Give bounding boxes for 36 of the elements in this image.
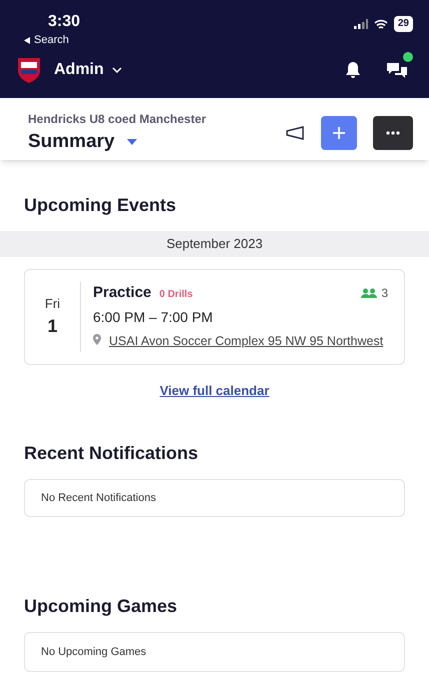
month-bar: September 2023 (0, 231, 429, 257)
event-time: 6:00 PM – 7:00 PM (93, 308, 214, 326)
drills-count: 0 Drills (159, 288, 193, 302)
signal-icon (354, 19, 368, 29)
empty-card: No Upcoming Games (24, 632, 405, 672)
location-link[interactable]: USAI Avon Soccer Complex 95 NW 95 Northwest (109, 330, 384, 352)
caret-icon (126, 139, 137, 145)
more-icon (386, 131, 400, 135)
section-title: Upcoming Games (24, 595, 178, 618)
event-day: 1 (47, 313, 58, 340)
event-name: Practice (93, 283, 152, 303)
location-pin-icon (93, 334, 101, 344)
wifi-icon (374, 18, 388, 30)
back-arrow-icon (24, 36, 30, 44)
battery-indicator: 29 (394, 16, 413, 32)
account-menu[interactable]: Admin (54, 58, 122, 82)
status-time: 3:30 (48, 12, 80, 32)
event-card[interactable]: Fri 1 Practice 0 Drills 3 6:00 PM – 7:00 PM USAI Avon Soccer Complex 95 NW 95 Northwest (24, 269, 405, 364)
section-title: Recent Notifications (24, 442, 200, 465)
megaphone-icon[interactable] (285, 126, 305, 140)
empty-card: No Recent Notifications (24, 479, 405, 517)
team-name: Hendricks U8 coed Manchester (28, 110, 206, 128)
people-icon (361, 288, 378, 298)
calendar-link[interactable]: View full calendar (160, 380, 270, 400)
bell-icon[interactable] (345, 61, 361, 79)
chat-icon[interactable] (385, 60, 409, 80)
chevron-down-icon (112, 67, 122, 73)
back-link[interactable]: Search (24, 32, 80, 48)
add-button[interactable] (321, 116, 357, 150)
event-weekday: Fri (44, 294, 60, 312)
shield-logo-icon (16, 56, 42, 84)
view-dropdown[interactable]: Summary (28, 128, 206, 156)
section-title: Upcoming Events (24, 194, 178, 217)
attendee-count: 3 (381, 285, 388, 302)
plus-icon (333, 127, 345, 139)
more-button[interactable] (373, 116, 413, 150)
